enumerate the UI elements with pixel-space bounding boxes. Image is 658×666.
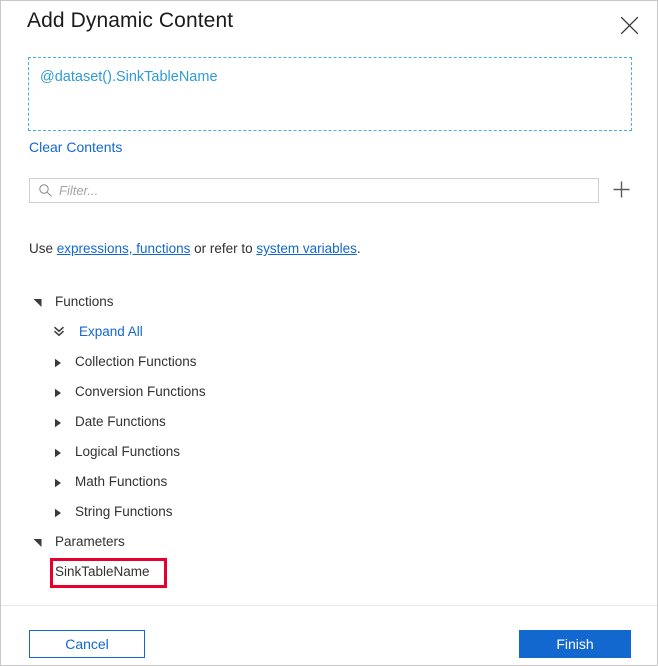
triangle-collapsed-icon — [53, 356, 63, 368]
helper-text: Use expressions, functions or refer to s… — [29, 241, 361, 256]
triangle-collapsed-icon — [53, 476, 63, 488]
cancel-button[interactable]: Cancel — [29, 630, 145, 658]
triangle-collapsed-icon — [53, 506, 63, 518]
tree-item-collection-functions[interactable]: Collection Functions — [1, 346, 657, 376]
footer-divider — [1, 605, 657, 606]
expression-value: @dataset().SinkTableName — [40, 69, 218, 85]
tree-item-conversion-functions[interactable]: Conversion Functions — [1, 376, 657, 406]
triangle-collapsed-icon — [53, 386, 63, 398]
close-icon — [620, 16, 639, 35]
double-chevron-down-icon — [53, 325, 65, 337]
dialog-header: Add Dynamic Content — [1, 1, 657, 49]
tree-item-date-functions[interactable]: Date Functions — [1, 406, 657, 436]
add-button[interactable] — [608, 178, 634, 204]
parameter-name: SinkTableName — [55, 563, 150, 579]
tree-group-label: Parameters — [55, 533, 125, 549]
triangle-collapsed-icon — [53, 416, 63, 428]
page-title: Add Dynamic Content — [27, 9, 234, 32]
search-input[interactable] — [59, 183, 592, 198]
filter-input-wrapper[interactable] — [29, 178, 599, 203]
search-icon — [38, 183, 53, 198]
tree-item-string-functions[interactable]: String Functions — [1, 496, 657, 526]
plus-icon — [612, 180, 631, 202]
clear-contents-link[interactable]: Clear Contents — [29, 139, 122, 155]
add-dynamic-content-dialog: Add Dynamic Content @dataset().SinkTable… — [0, 0, 658, 666]
tree-item-label: Math Functions — [75, 473, 168, 489]
tree-item-label: Logical Functions — [75, 443, 181, 459]
tree-item-label: Date Functions — [75, 413, 166, 429]
expand-all-row[interactable]: Expand All — [1, 316, 657, 346]
expand-all-label[interactable]: Expand All — [79, 324, 143, 339]
triangle-expanded-icon — [33, 296, 43, 307]
tree-item-math-functions[interactable]: Math Functions — [1, 466, 657, 496]
helper-suffix: . — [356, 241, 361, 256]
triangle-expanded-icon — [33, 536, 43, 547]
tree-item-logical-functions[interactable]: Logical Functions — [1, 436, 657, 466]
finish-button[interactable]: Finish — [519, 630, 631, 658]
helper-middle: or refer to — [190, 241, 257, 256]
tree-item-label: Conversion Functions — [75, 383, 206, 399]
triangle-collapsed-icon — [53, 446, 63, 458]
expression-editor[interactable]: @dataset().SinkTableName — [28, 57, 632, 131]
tree-group-parameters[interactable]: Parameters — [1, 526, 657, 556]
tree-group-label: Functions — [55, 293, 114, 309]
tree-group-functions[interactable]: Functions — [1, 286, 657, 316]
close-button[interactable] — [613, 9, 645, 41]
tree-item-label: String Functions — [75, 503, 173, 519]
system-variables-link[interactable]: system variables — [256, 241, 357, 256]
tree-item-label: Collection Functions — [75, 353, 197, 369]
helper-prefix: Use — [29, 241, 57, 256]
tree-item-sinktablename[interactable]: SinkTableName — [1, 556, 657, 586]
dynamic-content-tree: Functions Expand All Collection Function… — [1, 286, 657, 586]
expressions-functions-link[interactable]: expressions, functions — [57, 241, 191, 256]
